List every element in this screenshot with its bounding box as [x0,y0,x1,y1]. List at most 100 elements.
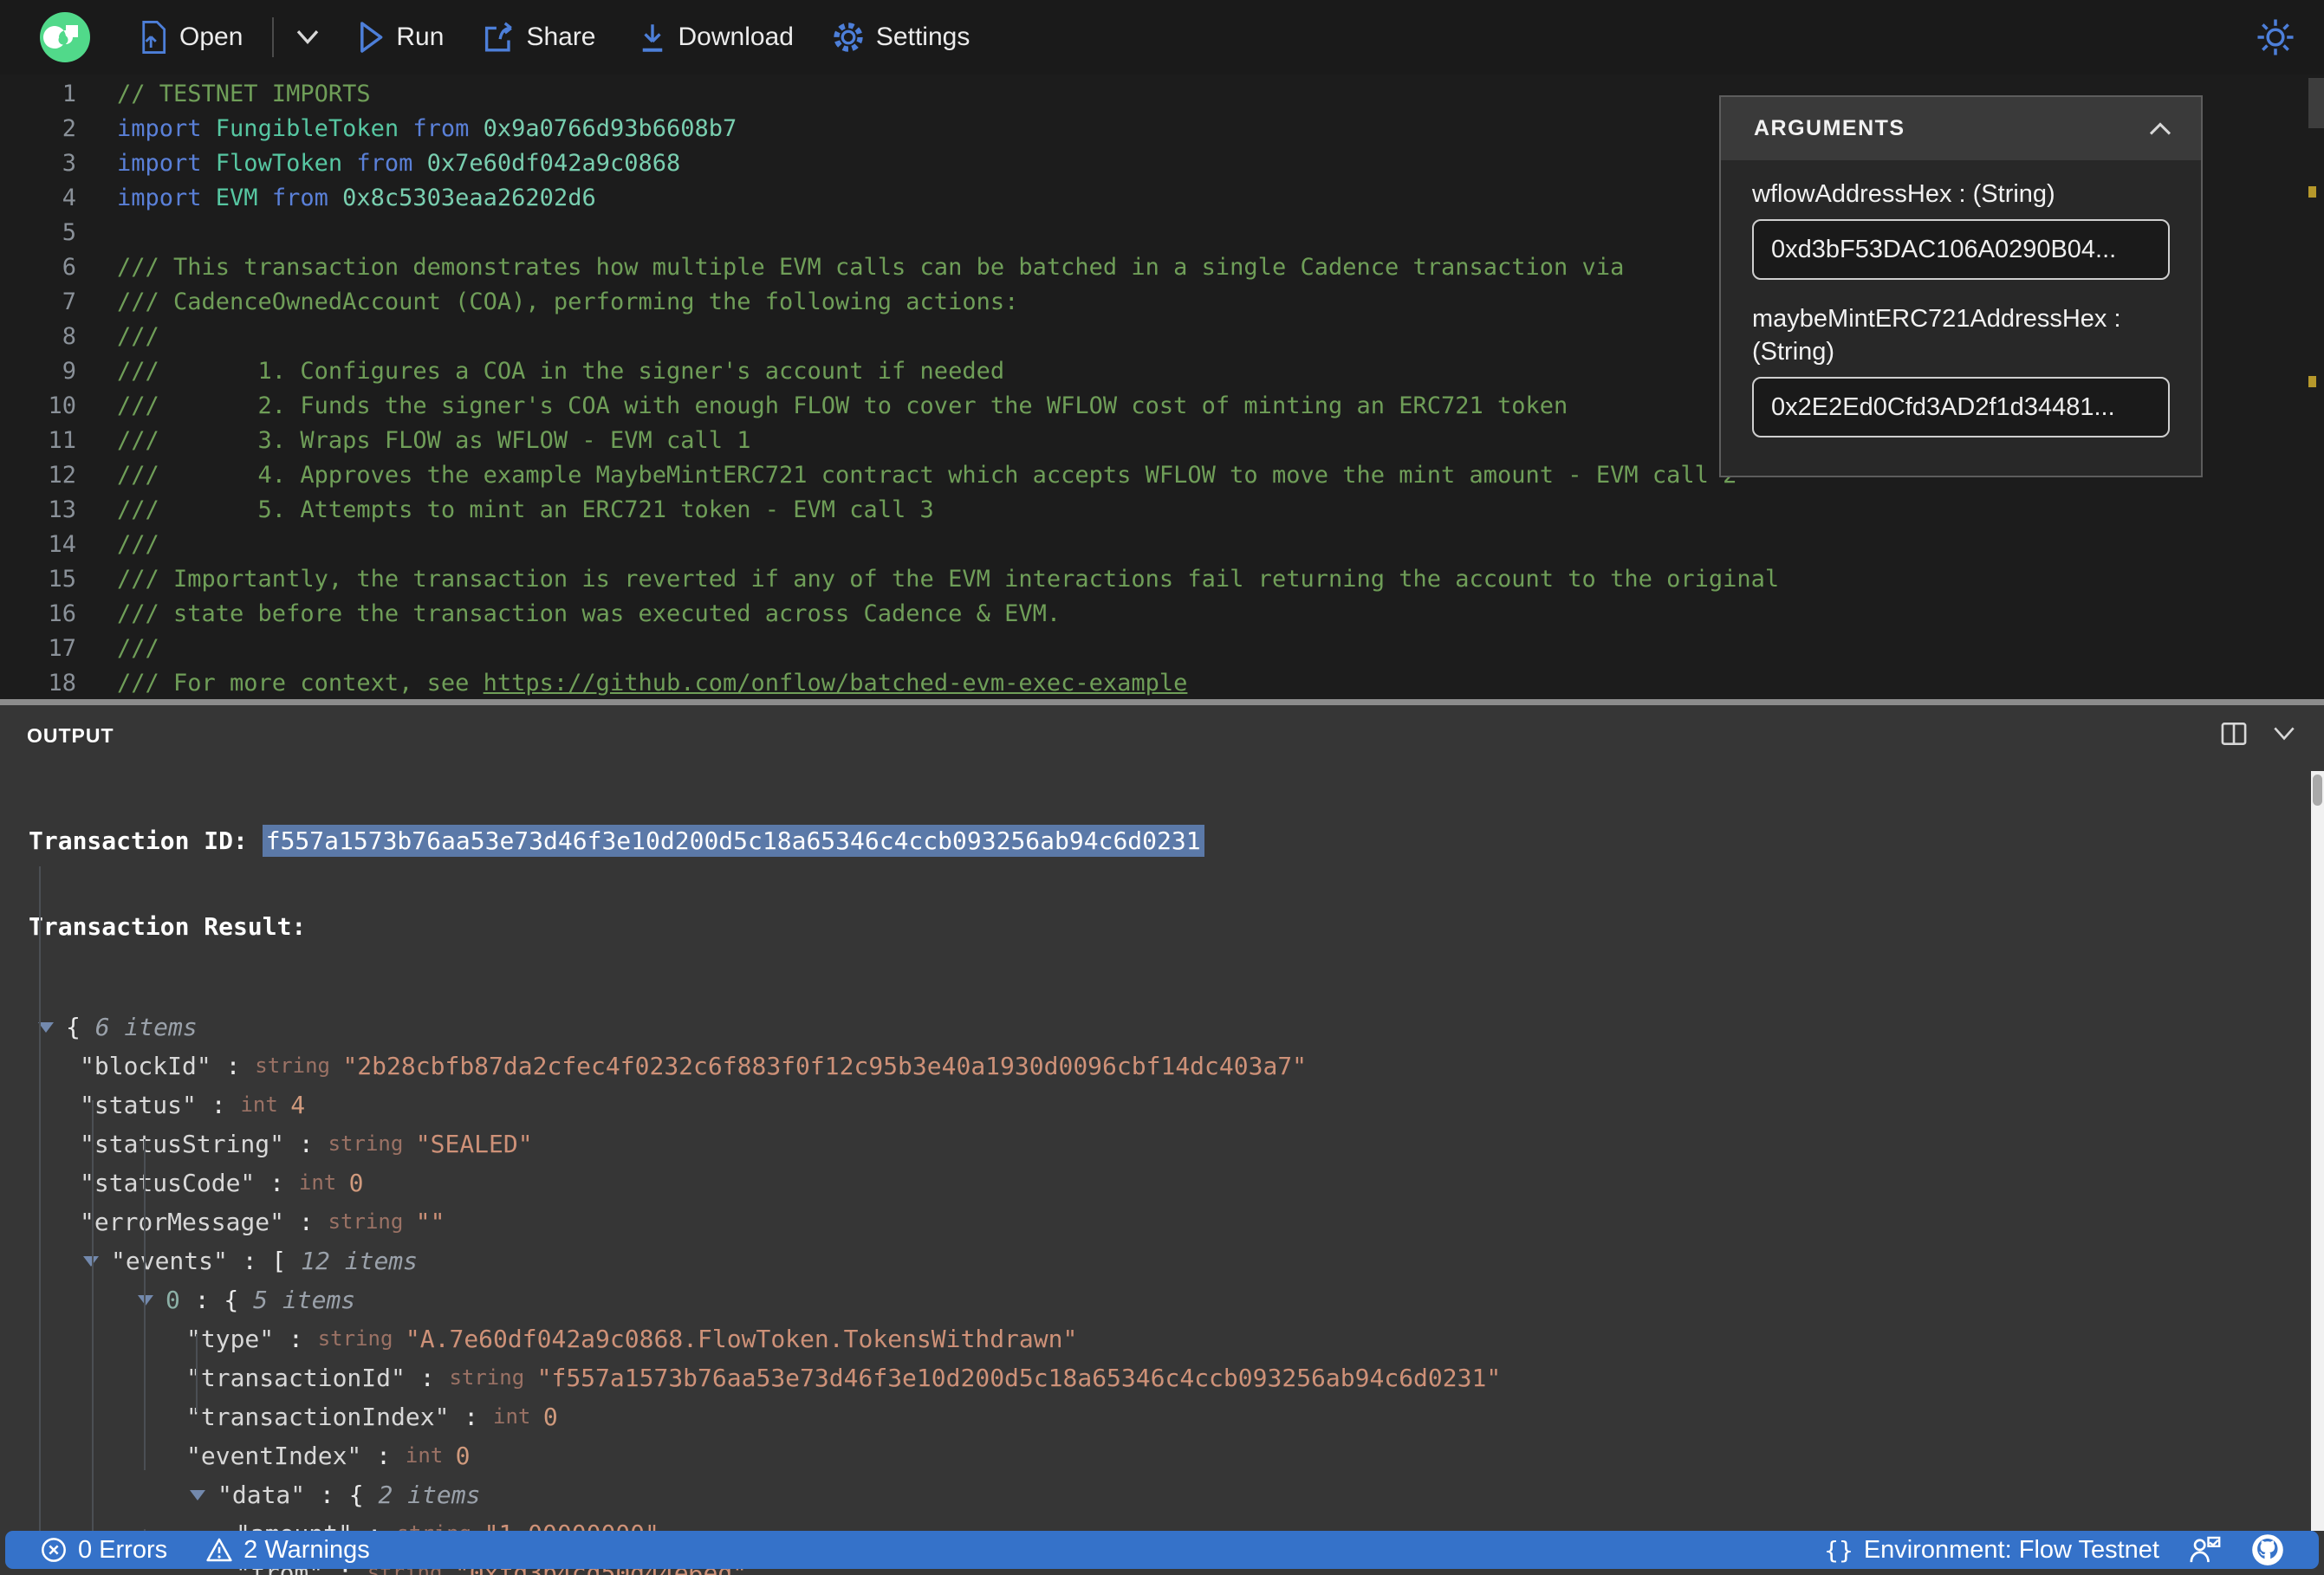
code-text: /// 5. Attempts to mint an ERC721 token … [117,496,934,523]
toolbar: Open Run Share Download Settings [0,0,2324,75]
line-number: 4 [62,184,76,211]
warnings-count: 2 Warnings [243,1535,370,1564]
open-file-icon [142,21,166,54]
output-tree-row: "status" : int 4 [80,1091,306,1119]
collapse-chevron-up-icon[interactable] [2145,120,2175,139]
code-text: /// 3. Wraps FLOW as WFLOW - EVM call 1 [117,426,751,454]
run-label: Run [396,23,445,51]
output-scrollbar-thumb[interactable] [2313,775,2322,806]
download-label: Download [678,23,794,51]
code-text: /// 2. Funds the signer's COA with enoug… [117,392,1568,419]
run-button[interactable]: Run [357,21,444,54]
transaction-id-value[interactable]: f557a1573b76aa53e73d46f3e10d200d5c18a653… [262,825,1204,857]
output-tree-row: "eventIndex" : int 0 [186,1442,471,1470]
line-number: 9 [62,357,76,385]
transaction-id-label: Transaction ID: [29,826,263,855]
flow-logo [40,12,90,62]
split-editor-icon[interactable] [2220,721,2248,747]
indent-guide [39,866,41,1531]
errors-count: 0 Errors [78,1535,168,1564]
code-line[interactable]: 17 /// [0,631,2324,665]
line-number: 1 [62,80,76,107]
output-tree-expandable-row[interactable]: { 6 items [0,1008,2307,1047]
line-number: 18 [48,669,76,697]
code-line[interactable]: 14 /// [0,527,2324,561]
open-dropdown-chevron-icon[interactable] [293,28,322,47]
output-tree-row: "statusCode" : int 0 [80,1169,364,1197]
run-play-icon [360,22,383,53]
environment-status[interactable]: {} Environment: Flow Testnet [1824,1536,2159,1565]
argument-input-wflowAddressHex[interactable] [1752,219,2170,280]
toolbar-divider [272,17,275,57]
status-bar: 0 Errors 2 Warnings {} Environment: Flow… [5,1531,2319,1569]
output-title: OUTPUT [27,724,114,747]
line-number: 12 [48,461,76,489]
line-number: 11 [48,426,76,454]
code-line[interactable]: 16 /// state before the transaction was e… [0,596,2324,631]
settings-gear-icon [834,23,863,52]
settings-label: Settings [875,23,970,51]
errors-status[interactable]: 0 Errors [40,1536,167,1565]
expand-collapse-triangle-icon[interactable] [138,1294,153,1306]
code-text: // TESTNET IMPORTS [117,80,371,107]
code-text: /// This transaction demonstrates how mu… [117,253,1625,281]
editor-overview-ruler[interactable] [2308,75,2324,699]
output-tree-row: "statusString" : string "SEALED" [80,1130,533,1158]
code-text: /// For more context, see https://github… [117,669,1188,697]
code-text: import FlowToken from 0x7e60df042a9c0868 [117,149,681,177]
warning-mark [2308,186,2316,198]
line-number: 14 [48,530,76,558]
code-line[interactable]: 18 /// For more context, see https://gith… [0,665,2324,699]
code-text: /// [117,322,159,350]
output-tree-expandable-row[interactable]: 0 : { 5 items [0,1280,2307,1319]
code-line[interactable]: 15 /// Importantly, the transaction is re… [0,561,2324,596]
line-number: 5 [62,218,76,246]
expand-collapse-triangle-icon[interactable] [190,1489,205,1500]
indent-guide [144,1139,146,1470]
code-text: /// CadenceOwnedAccount (COA), performin… [117,288,1019,315]
warning-mark [2308,376,2316,387]
line-number: 10 [48,392,76,419]
share-button[interactable]: Share [482,21,596,54]
open-button[interactable]: Open [139,21,243,54]
arguments-title: ARGUMENTS [1754,116,1905,140]
output-tree-row: "errorMessage" : string "" [80,1208,445,1236]
code-text: /// 4. Approves the example MaybeMintERC… [117,461,1737,489]
line-number: 3 [62,149,76,177]
expand-collapse-triangle-icon[interactable] [83,1255,99,1267]
warning-icon [206,1538,232,1562]
output-tree-row: "transactionIndex" : int 0 [186,1403,558,1431]
code-text: /// Importantly, the transaction is reve… [117,565,1780,593]
feedback-person-icon[interactable] [2189,1535,2222,1565]
settings-button[interactable]: Settings [832,21,970,54]
arguments-panel-body: wflowAddressHex : (String) maybeMintERC7… [1721,160,2201,460]
transaction-result-label: Transaction Result: [29,912,307,941]
download-button[interactable]: Download [638,21,794,54]
indent-guide [196,1334,198,1412]
line-number: 6 [62,253,76,281]
download-icon [642,24,662,52]
indent-guide [92,1100,94,1531]
output-tree-expandable-row[interactable]: "events" : [ 12 items [0,1241,2307,1280]
output-tree-expandable-row[interactable]: "data" : { 2 items [0,1475,2307,1514]
open-label: Open [179,23,243,51]
braces-icon: {} [1824,1535,1853,1565]
collapse-output-chevron-icon[interactable] [2270,724,2298,743]
theme-toggle-sun-icon[interactable] [2256,18,2295,56]
editor-scrollbar-thumb[interactable] [2308,78,2324,128]
code-line[interactable]: 13 /// 5. Attempts to mint an ERC721 toke… [0,492,2324,527]
line-number: 2 [62,114,76,142]
arguments-panel-header[interactable]: ARGUMENTS [1721,97,2201,160]
output-scrollbar[interactable] [2311,771,2324,1531]
argument-input-maybeMintERC721AddressHex[interactable] [1752,377,2170,438]
line-number: 17 [48,634,76,662]
panel-resize-handle[interactable] [0,699,2324,705]
warnings-status[interactable]: 2 Warnings [205,1536,370,1565]
code-text: /// state before the transaction was exe… [117,600,1061,627]
github-icon[interactable] [2251,1533,2284,1566]
transaction-id-line: Transaction ID: f557a1573b76aa53e73d46f3… [0,825,2307,857]
error-icon [42,1538,66,1562]
transaction-result-tree: { 6 items "blockId" : string "2b28cbfb87d… [0,1008,2307,1575]
output-tree-row: "type" : string "A.7e60df042a9c0868.Flow… [186,1325,1078,1353]
line-number: 15 [48,565,76,593]
